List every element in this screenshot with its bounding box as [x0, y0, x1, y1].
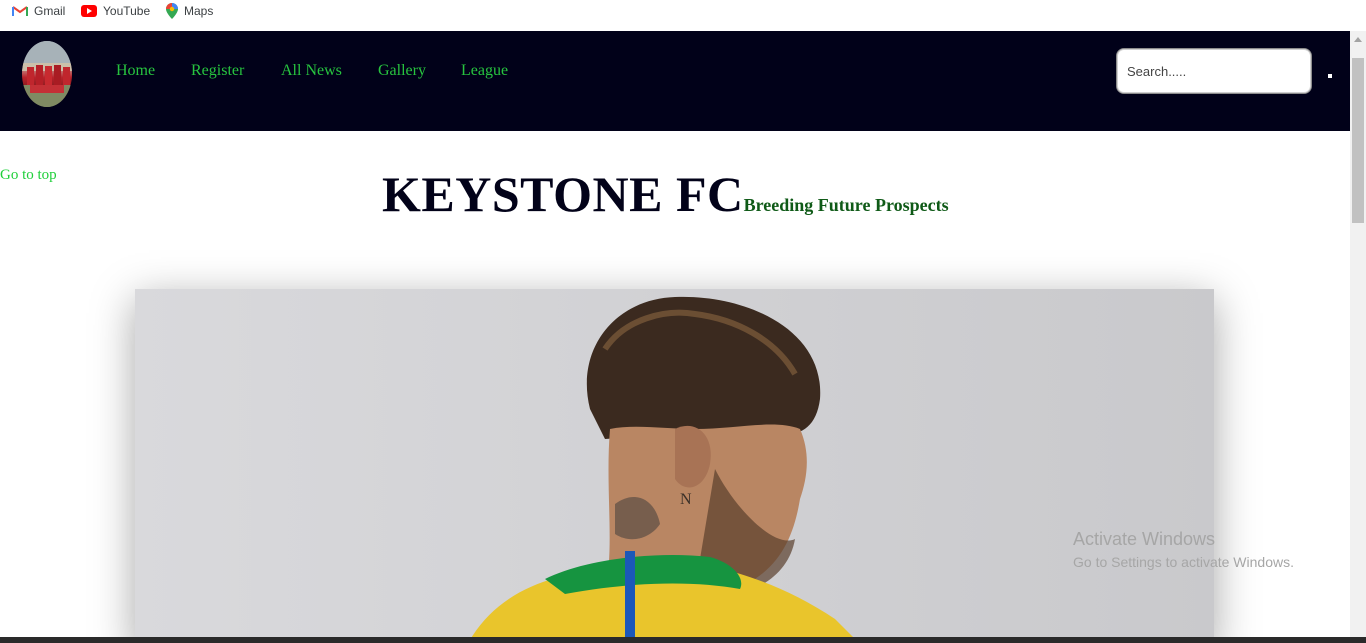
windows-activation-watermark: Activate Windows Go to Settings to activ… [1073, 529, 1294, 570]
team-photo-icon [22, 41, 72, 107]
bookmark-youtube[interactable]: YouTube [81, 3, 150, 19]
youtube-icon [81, 5, 97, 17]
nav-gallery[interactable]: Gallery [378, 62, 426, 80]
taskbar-edge [0, 637, 1366, 643]
nav-register[interactable]: Register [191, 62, 244, 80]
watermark-line2: Go to Settings to activate Windows. [1073, 554, 1294, 570]
page-title: KEYSTONE FC [382, 166, 744, 222]
bookmark-maps[interactable]: Maps [166, 3, 213, 19]
player-photo-icon: N [135, 289, 1214, 643]
scrollbar-thumb[interactable] [1352, 58, 1364, 223]
search-input[interactable] [1116, 48, 1312, 94]
nav-league[interactable]: League [461, 62, 508, 80]
bookmark-maps-label: Maps [184, 4, 214, 18]
vertical-scrollbar[interactable] [1350, 31, 1366, 643]
hero-image: N [135, 289, 1214, 643]
bookmark-gmail[interactable]: Gmail [12, 3, 65, 19]
scroll-up-arrow-icon[interactable] [1354, 37, 1362, 42]
bookmark-gmail-label: Gmail [34, 4, 66, 18]
go-to-top-link[interactable]: Go to top [0, 167, 57, 184]
navbar: Home Register All News Gallery League [0, 31, 1350, 131]
search-button[interactable] [1328, 74, 1332, 78]
watermark-line1: Activate Windows [1073, 529, 1216, 549]
page-tagline: Breeding Future Prospects [743, 195, 949, 215]
svg-text:N: N [680, 491, 692, 508]
nav-home[interactable]: Home [116, 62, 155, 80]
gmail-icon [12, 5, 28, 17]
bookmark-youtube-label: YouTube [103, 4, 151, 18]
page-viewport: Home Register All News Gallery League Go… [0, 31, 1350, 643]
page-heading: KEYSTONE FCBreeding Future Prospects [382, 165, 949, 223]
club-logo[interactable] [22, 41, 72, 107]
bookmarks-bar: Gmail YouTube Maps [0, 0, 1366, 30]
nav-all-news[interactable]: All News [281, 62, 342, 80]
maps-icon [166, 3, 178, 19]
